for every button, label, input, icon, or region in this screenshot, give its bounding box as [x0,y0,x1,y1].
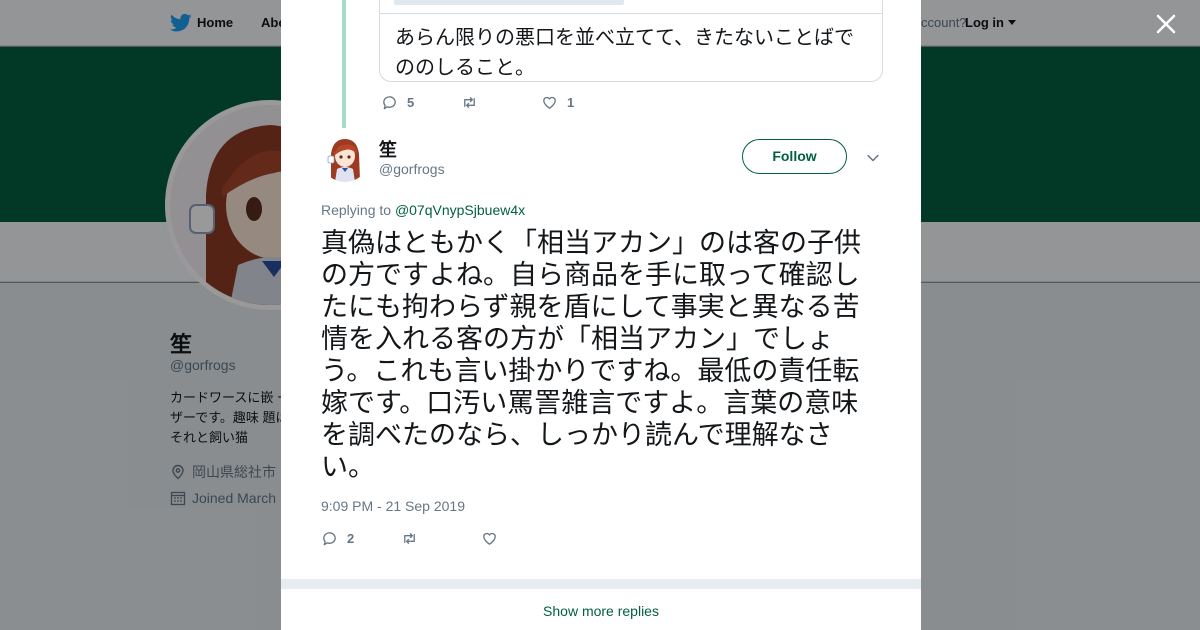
replying-to-prefix: Replying to [321,202,395,218]
reply-count: 5 [407,95,415,110]
reply-count: 2 [347,531,355,546]
like-action[interactable]: 1 [541,94,621,111]
retweet-icon [464,97,475,108]
parent-tweet-actions: 5 1 [381,94,621,111]
replies-separator [281,579,921,589]
reply-icon [383,96,396,110]
tweet-author-avatar[interactable] [321,134,369,182]
close-icon[interactable] [1152,10,1180,38]
retweet-icon [404,533,415,544]
show-more-replies-link[interactable]: Show more replies [281,603,921,619]
thread-connector-line [342,0,346,128]
replying-to-link[interactable]: @07qVnypSjbuew4x [395,202,525,218]
follow-button[interactable]: Follow [742,139,847,174]
tweet-author-handle[interactable]: @gorfrogs [379,161,445,177]
replying-to-line: Replying to @07qVnypSjbuew4x [321,202,525,218]
heart-icon [543,96,556,109]
reply-action[interactable]: 2 [321,530,401,547]
reply-icon [323,532,336,546]
quoted-tweet-card[interactable]: あらん限りの悪口を並べ立てて、きたないことばでののしること。 [379,0,883,82]
tweet-modal: あらん限りの悪口を並べ立てて、きたないことばでののしること。 5 1 笙 @go… [281,0,921,630]
like-count: 1 [567,95,575,110]
retweet-action[interactable] [401,530,481,547]
quoted-tweet-cut-off-text [394,0,624,5]
tweet-actions: 2 [321,530,561,547]
tweet-timestamp[interactable]: 9:09 PM - 21 Sep 2019 [321,498,465,514]
quoted-tweet-divider [380,13,882,14]
heart-icon [483,532,496,545]
reply-action[interactable]: 5 [381,94,461,111]
tweet-author-name[interactable]: 笙 [379,136,397,162]
quoted-tweet-text: あらん限りの悪口を並べ立てて、きたないことばでののしること。 [395,25,854,79]
chevron-down-icon[interactable] [865,150,881,166]
retweet-action[interactable] [461,94,541,111]
tweet-text: 真偽はともかく「相当アカン」のは客の子供の方ですよね。自ら商品を手に取って確認し… [321,228,861,483]
like-action[interactable] [481,530,561,547]
